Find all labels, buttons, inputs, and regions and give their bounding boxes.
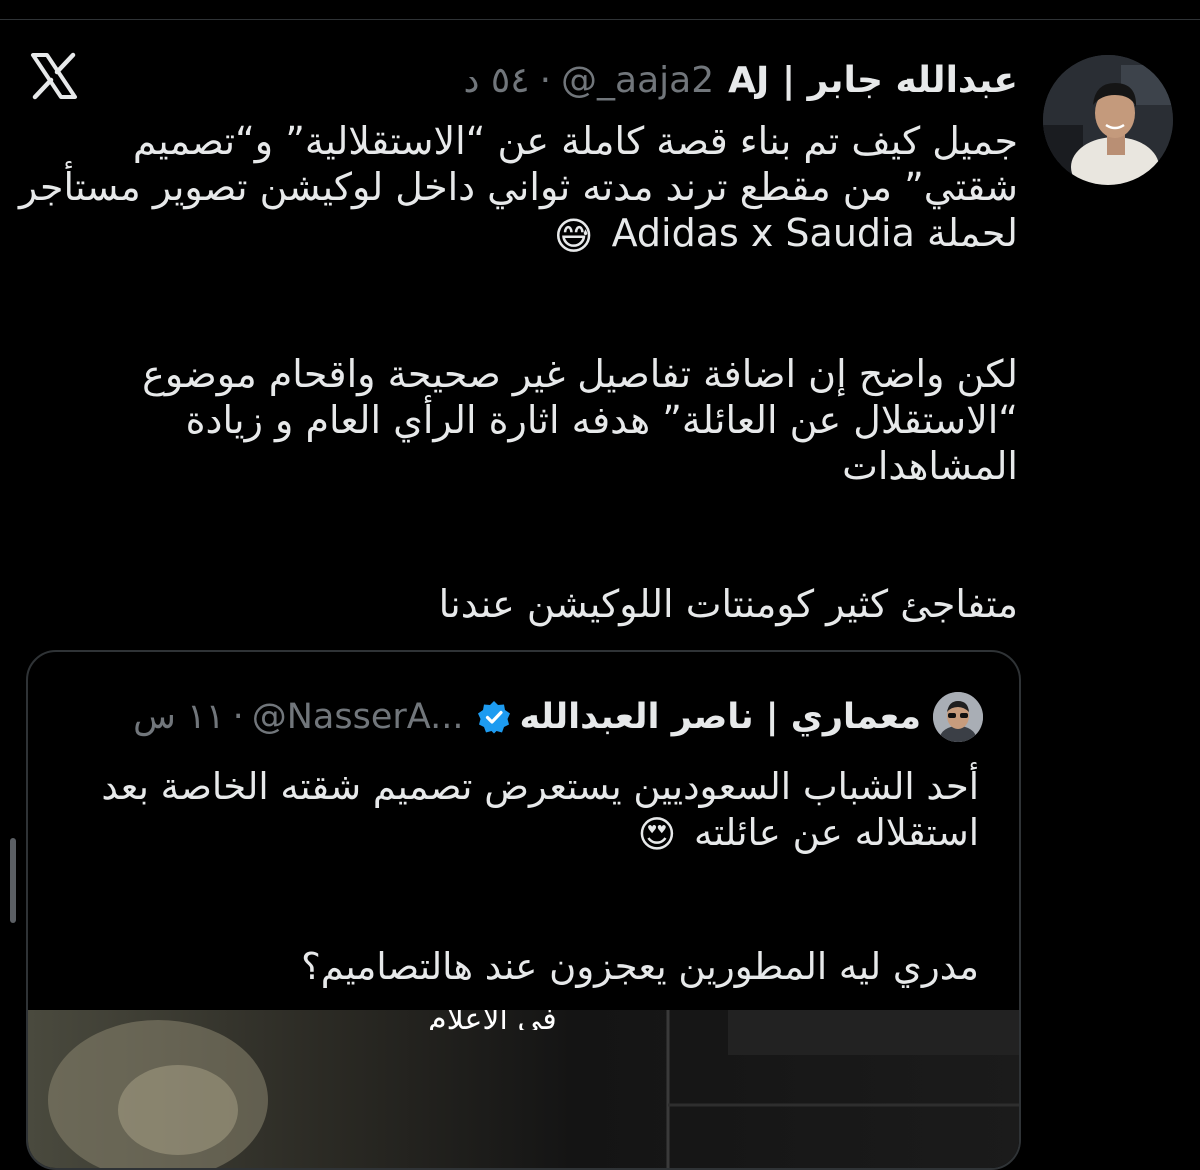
quoted-paragraph-1: أحد الشباب السعوديين يستعرض تصميم شقته ا… xyxy=(101,765,979,854)
top-divider xyxy=(0,0,1200,20)
tweet-paragraph-2: لكن واضح إن اضافة تفاصيل غير صحيحة واقحا… xyxy=(142,351,1018,488)
tweet-paragraph-3: متفاجئ كثير كومنتات اللوكيشن عندنا xyxy=(438,581,1018,626)
author-display-name[interactable]: عبدالله جابر | AJ xyxy=(728,60,1018,101)
quoted-paragraph: أحد الشباب السعوديين يستعرض تصميم شقته ا… xyxy=(59,764,979,858)
tweet-paragraph-1: جميل كيف تم بناء قصة كاملة عن “الاستقلال… xyxy=(19,119,1018,255)
quoted-author-display-name[interactable]: معماري | ناصر العبدالله xyxy=(519,697,921,737)
meta-separator: · xyxy=(539,59,552,101)
tweet-timestamp[interactable]: ٥٤ د xyxy=(463,60,529,101)
author-handle[interactable]: @_aaja2 xyxy=(561,60,714,101)
tweet-text: جميل كيف تم بناء قصة كاملة عن “الاستقلال… xyxy=(18,118,1018,627)
quoted-meta-separator: · xyxy=(232,697,244,737)
quoted-author-handle[interactable]: @NasserA... xyxy=(252,697,464,737)
quoted-tweet-header: معماري | ناصر العبدالله @NasserA... · ١١… xyxy=(133,690,983,744)
quoted-tweet-text: أحد الشباب السعوديين يستعرض تصميم شقته ا… xyxy=(59,764,979,990)
quoted-tweet-card[interactable]: معماري | ناصر العبدالله @NasserA... · ١١… xyxy=(26,650,1021,1170)
quoted-tweet-timestamp[interactable]: ١١ س xyxy=(133,697,224,737)
tweet-header: عبدالله جابر | AJ @_aaja2 · ٥٤ د xyxy=(463,55,1018,105)
quoted-paragraph-2: مدري ليه المطورين يعجزون عند هالتصاميم؟ xyxy=(301,944,979,988)
heart-eyes-emoji-icon: 😍 xyxy=(637,812,677,856)
quoted-author-avatar[interactable] xyxy=(933,692,983,742)
media-caption-text: في الأعلام xyxy=(428,1010,557,1030)
tweet-paragraph: جميل كيف تم بناء قصة كاملة عن “الاستقلال… xyxy=(18,118,1018,259)
sweat-smile-emoji-icon: 😅 xyxy=(553,213,594,258)
scrollbar-thumb[interactable] xyxy=(10,838,16,923)
x-logo-icon[interactable] xyxy=(30,52,78,100)
verified-badge-icon xyxy=(477,700,511,734)
author-avatar[interactable] xyxy=(1043,55,1173,185)
quoted-tweet-media[interactable]: في الأعلام xyxy=(28,1010,1019,1168)
